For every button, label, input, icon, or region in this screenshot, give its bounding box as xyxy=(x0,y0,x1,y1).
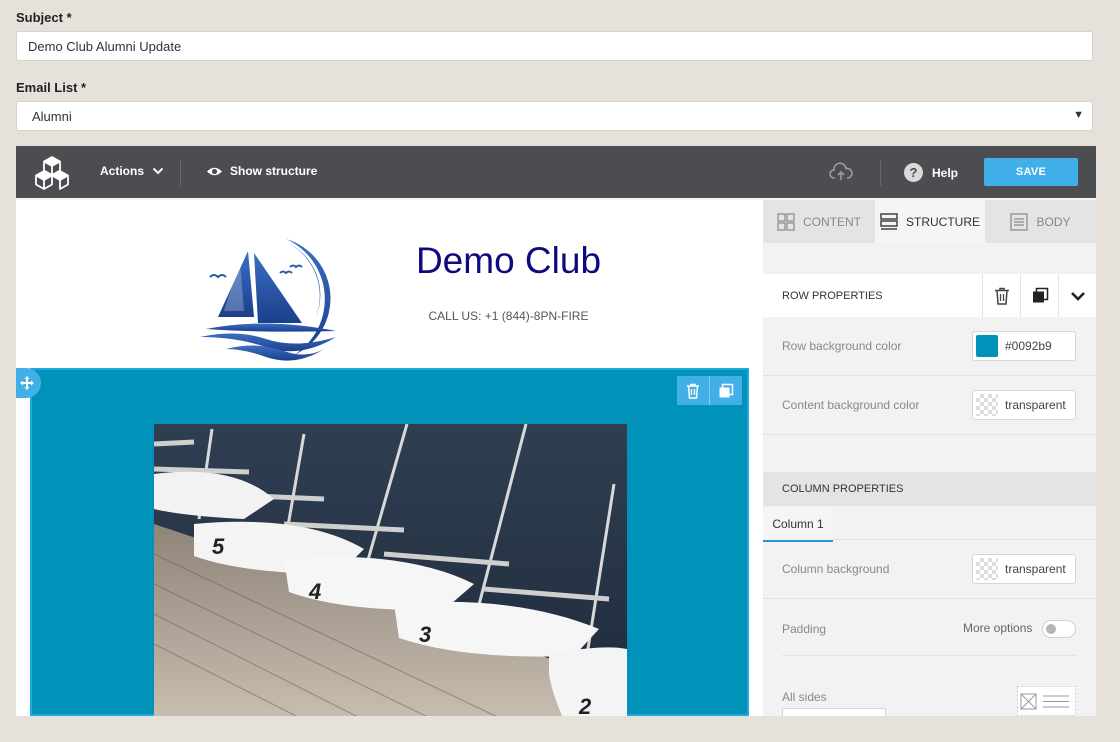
delete-row-button[interactable] xyxy=(677,376,709,405)
call-us-text[interactable]: CALL US: +1 (844)-8PN-FIRE xyxy=(366,309,651,323)
chevron-down-icon xyxy=(152,167,164,175)
tab-content[interactable]: CONTENT xyxy=(763,200,875,243)
row-actions xyxy=(677,376,742,405)
show-structure-label: Show structure xyxy=(230,164,318,178)
row-bg-swatch xyxy=(976,335,998,357)
duplicate-icon xyxy=(719,383,734,397)
editor-toolbar: Actions Show structure ? Help SAVE xyxy=(16,146,1096,198)
column-bg-value: transparent xyxy=(1005,562,1066,576)
more-options-label: More options xyxy=(963,621,1033,635)
email-list-select[interactable]: Alumni ▼ xyxy=(16,101,1093,131)
content-bg-color-picker[interactable]: transparent xyxy=(972,390,1076,420)
hull-number-2: 2 xyxy=(578,694,592,716)
tab-column-1[interactable]: Column 1 xyxy=(763,508,833,542)
show-structure-button[interactable]: Show structure xyxy=(206,164,317,178)
subject-label: Subject * xyxy=(16,10,72,25)
club-title[interactable]: Demo Club xyxy=(366,240,651,282)
more-options-toggle[interactable] xyxy=(1042,620,1076,638)
content-bg-value: transparent xyxy=(1005,398,1066,412)
trash-icon xyxy=(995,287,1009,305)
panel-tabs: CONTENT STRUCTURE BODY xyxy=(763,200,1096,243)
email-canvas: Demo Club CALL US: +1 (844)-8PN-FIRE 5 4… xyxy=(16,200,763,716)
padding-input[interactable] xyxy=(782,708,886,716)
padding-divider xyxy=(782,655,1076,656)
subject-input[interactable]: Demo Club Alumni Update xyxy=(16,31,1093,61)
padding-label: Padding xyxy=(782,622,827,636)
hull-number-4: 4 xyxy=(308,579,321,604)
document-icon xyxy=(1010,212,1029,231)
caret-down-icon: ▼ xyxy=(1073,109,1084,121)
tab-structure[interactable]: STRUCTURE xyxy=(875,200,985,243)
cubes-logo-icon[interactable] xyxy=(34,155,70,191)
column-properties-label: COLUMN PROPERTIES xyxy=(782,483,904,495)
row-properties-header[interactable]: ROW PROPERTIES xyxy=(763,274,1096,317)
actions-label: Actions xyxy=(100,164,145,178)
row-bg-label: Row background color xyxy=(782,339,902,353)
eye-icon xyxy=(207,167,222,175)
help-button[interactable]: ? Help xyxy=(904,163,958,182)
tab-structure-label: STRUCTURE xyxy=(906,214,980,229)
delete-row-panel-button[interactable] xyxy=(982,274,1021,317)
rows-icon xyxy=(880,212,898,230)
duplicate-row-panel-button[interactable] xyxy=(1020,274,1059,317)
row-bg-color-picker[interactable]: #0092b9 xyxy=(972,331,1076,361)
padding-sides-icon[interactable] xyxy=(1017,686,1076,716)
save-button[interactable]: SAVE xyxy=(984,158,1078,186)
hull-number-5: 5 xyxy=(212,534,225,559)
row-bg-value: #0092b9 xyxy=(1005,339,1052,353)
tab-body[interactable]: BODY xyxy=(985,200,1096,243)
tab-content-label: CONTENT xyxy=(803,214,861,229)
row-properties-label: ROW PROPERTIES xyxy=(782,289,883,302)
column-bg-swatch xyxy=(976,558,998,580)
grid-icon xyxy=(777,212,795,231)
content-bg-swatch xyxy=(976,394,998,416)
email-list-value: Alumni xyxy=(32,108,72,124)
duplicate-row-button[interactable] xyxy=(709,376,742,405)
row-background-property: Row background color #0092b9 xyxy=(763,318,1096,376)
toolbar-divider xyxy=(880,159,881,186)
properties-panel: CONTENT STRUCTURE BODY ROW PROPERTIES Ro… xyxy=(763,200,1096,716)
sailboats-photo[interactable]: 5 4 3 2 xyxy=(154,424,627,716)
email-list-label: Email List * xyxy=(16,80,87,95)
tab-body-label: BODY xyxy=(1036,214,1071,229)
toggle-knob xyxy=(1046,624,1056,634)
all-sides-label: All sides xyxy=(782,690,827,704)
padding-property: Padding More options xyxy=(763,600,1096,658)
sailboat-logo-icon xyxy=(200,239,336,361)
duplicate-icon xyxy=(1032,287,1048,303)
selected-row[interactable]: 5 4 3 2 xyxy=(30,368,749,716)
content-background-property: Content background color transparent xyxy=(763,377,1096,435)
content-bg-label: Content background color xyxy=(782,398,920,412)
column-background-property: Column background transparent xyxy=(763,541,1096,599)
cloud-upload-icon[interactable] xyxy=(829,162,853,182)
help-label: Help xyxy=(932,165,959,180)
chevron-down-icon xyxy=(1071,291,1085,301)
subject-input-value: Demo Club Alumni Update xyxy=(28,38,182,54)
trash-icon xyxy=(687,383,699,399)
hull-number-3: 3 xyxy=(419,622,431,647)
move-icon xyxy=(20,376,34,390)
collapse-row-properties-button[interactable] xyxy=(1058,274,1096,317)
actions-menu-button[interactable]: Actions xyxy=(100,164,164,178)
toolbar-divider xyxy=(180,159,181,186)
help-icon: ? xyxy=(904,163,923,182)
email-editor: Actions Show structure ? Help SAVE Demo … xyxy=(16,146,1096,716)
column-bg-label: Column background xyxy=(782,562,890,576)
column-bg-color-picker[interactable]: transparent xyxy=(972,554,1076,584)
column-properties-header: COLUMN PROPERTIES xyxy=(763,472,1096,506)
